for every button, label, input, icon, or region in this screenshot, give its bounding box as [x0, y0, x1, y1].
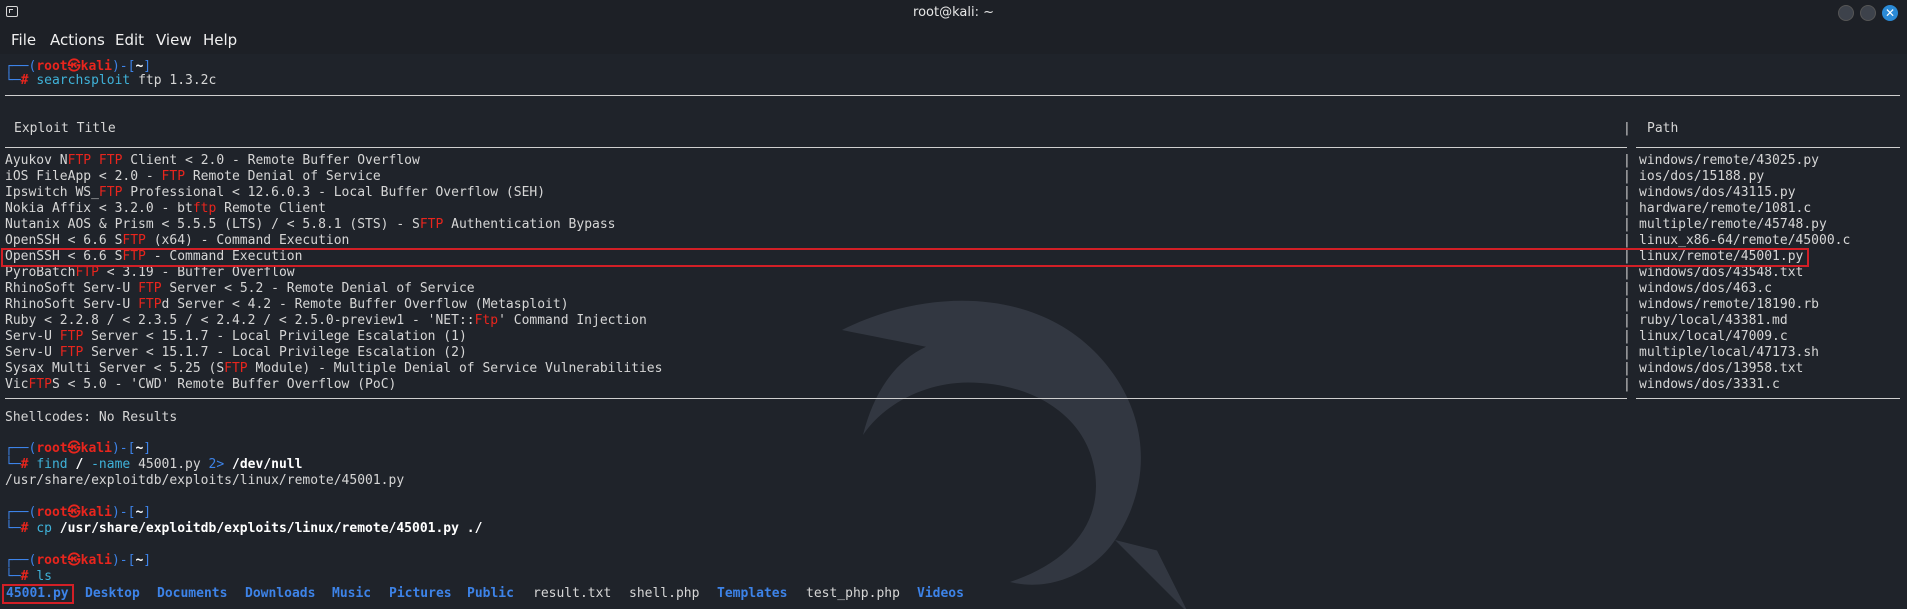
col-separator: |: [1623, 169, 1631, 184]
exploit-row: Ruby < 2.2.8 / < 2.3.5 / < 2.4.2 / < 2.5…: [5, 313, 647, 328]
exploit-path: windows/dos/13958.txt: [1639, 361, 1804, 376]
exploit-path: linux_x86-64/remote/45000.c: [1639, 233, 1851, 248]
col-separator: |: [1623, 217, 1631, 232]
exploit-row: VicFTPS < 5.0 - 'CWD' Remote Buffer Over…: [5, 377, 397, 392]
highlight-openssh-row: [1, 248, 1809, 267]
exploit-row: Sysax Multi Server < 5.25 (SFTP Module) …: [5, 361, 663, 376]
col-header-path: Path: [1647, 121, 1679, 136]
exploit-row: Ayukov NFTP FTP Client < 2.0 - Remote Bu…: [5, 153, 420, 168]
window-title: root@kali: ~: [913, 5, 994, 20]
col-separator: |: [1623, 121, 1631, 136]
table-bottom-rule-path: [1636, 398, 1900, 399]
find-output: /usr/share/exploitdb/exploits/linux/remo…: [5, 473, 405, 488]
exploit-path: windows/dos/43115.py: [1639, 185, 1796, 200]
menu-help[interactable]: Help: [203, 31, 237, 49]
table-top-rule: [5, 95, 1900, 96]
col-separator: |: [1623, 361, 1631, 376]
col-separator: |: [1623, 153, 1631, 168]
exploit-path: linux/local/47009.c: [1639, 329, 1788, 344]
col-separator: |: [1623, 313, 1631, 328]
col-separator: |: [1623, 329, 1631, 344]
col-header-title: Exploit Title: [14, 121, 116, 136]
exploit-path: windows/remote/43025.py: [1639, 153, 1820, 168]
maximize-button[interactable]: [1860, 5, 1876, 21]
command-line-4: └─# ls: [5, 569, 52, 584]
exploit-path: multiple/local/47173.sh: [1639, 345, 1820, 360]
exploit-row: OpenSSH < 6.6 SFTP (x64) - Command Execu…: [5, 233, 350, 248]
menu-actions[interactable]: Actions: [50, 31, 105, 49]
ls-directory: Templates: [717, 586, 788, 601]
ls-file: shell.php: [629, 586, 700, 601]
exploit-row: Nokia Affix < 3.2.0 - btftp Remote Clien…: [5, 201, 326, 216]
menu-bar: File Actions Edit View Help: [0, 27, 1907, 54]
ls-directory: Public: [467, 586, 514, 601]
exploit-row: Nutanix AOS & Prism < 5.5.5 (LTS) / < 5.…: [5, 217, 616, 232]
minimize-button[interactable]: [1838, 5, 1854, 21]
exploit-path: hardware/remote/1081.c: [1639, 201, 1812, 216]
menu-edit[interactable]: Edit: [115, 31, 144, 49]
table-header-rule: [5, 147, 1627, 148]
col-separator: |: [1623, 281, 1631, 296]
exploit-path: windows/dos/43548.txt: [1639, 265, 1804, 280]
menu-file[interactable]: File: [11, 31, 36, 49]
command-line-3: └─# cp /usr/share/exploitdb/exploits/lin…: [5, 521, 483, 536]
exploit-path: windows/remote/18190.rb: [1639, 297, 1820, 312]
prompt-line-4: ┌──(root㉿kali)-[~]: [5, 553, 152, 568]
col-separator: |: [1623, 185, 1631, 200]
exploit-path: ruby/local/43381.md: [1639, 313, 1788, 328]
close-button[interactable]: ✕: [1882, 5, 1898, 21]
exploit-row: Serv-U FTP Server < 15.1.7 - Local Privi…: [5, 345, 467, 360]
col-separator: |: [1623, 233, 1631, 248]
ls-file: result.txt: [533, 586, 612, 601]
command-line-2: └─# find / -name 45001.py 2> /dev/null: [5, 457, 303, 472]
exploit-row: iOS FileApp < 2.0 - FTP Remote Denial of…: [5, 169, 381, 184]
exploit-row: Serv-U FTP Server < 15.1.7 - Local Privi…: [5, 329, 467, 344]
ls-directory: Downloads: [245, 586, 316, 601]
ls-directory: Videos: [917, 586, 964, 601]
menu-view[interactable]: View: [156, 31, 192, 49]
exploit-path: multiple/remote/45748.py: [1639, 217, 1827, 232]
col-separator: |: [1623, 265, 1631, 280]
prompt-line-3: ┌──(root㉿kali)-[~]: [5, 505, 152, 520]
col-separator: |: [1623, 297, 1631, 312]
col-separator: |: [1623, 345, 1631, 360]
ls-directory: Documents: [157, 586, 228, 601]
prompt-line-2: ┌──(root㉿kali)-[~]: [5, 441, 152, 456]
highlight-45001-file: [2, 584, 74, 604]
exploit-row: RhinoSoft Serv-U FTPd Server < 4.2 - Rem…: [5, 297, 569, 312]
command-line-1: └─# searchsploit ftp 1.3.2c: [5, 73, 217, 88]
exploit-path: windows/dos/463.c: [1639, 281, 1773, 296]
ls-file: test_php.php: [806, 586, 900, 601]
ls-directory: Pictures: [389, 586, 452, 601]
exploit-row: RhinoSoft Serv-U FTP Server < 5.2 - Remo…: [5, 281, 475, 296]
col-separator: |: [1623, 201, 1631, 216]
exploit-path: windows/dos/3331.c: [1639, 377, 1780, 392]
exploit-row: PyroBatchFTP < 3.19 - Buffer Overflow: [5, 265, 295, 280]
exploit-row: Ipswitch WS_FTP Professional < 12.6.0.3 …: [5, 185, 546, 200]
shellcodes-result: Shellcodes: No Results: [5, 410, 178, 425]
title-bar: root@kali: ~ ✕: [0, 0, 1907, 27]
col-separator: |: [1623, 377, 1631, 392]
ls-directory: Desktop: [85, 586, 140, 601]
table-bottom-rule: [5, 398, 1627, 399]
ls-directory: Music: [332, 586, 372, 601]
table-header-rule-path: [1636, 147, 1900, 148]
exploit-path: ios/dos/15188.py: [1639, 169, 1765, 184]
